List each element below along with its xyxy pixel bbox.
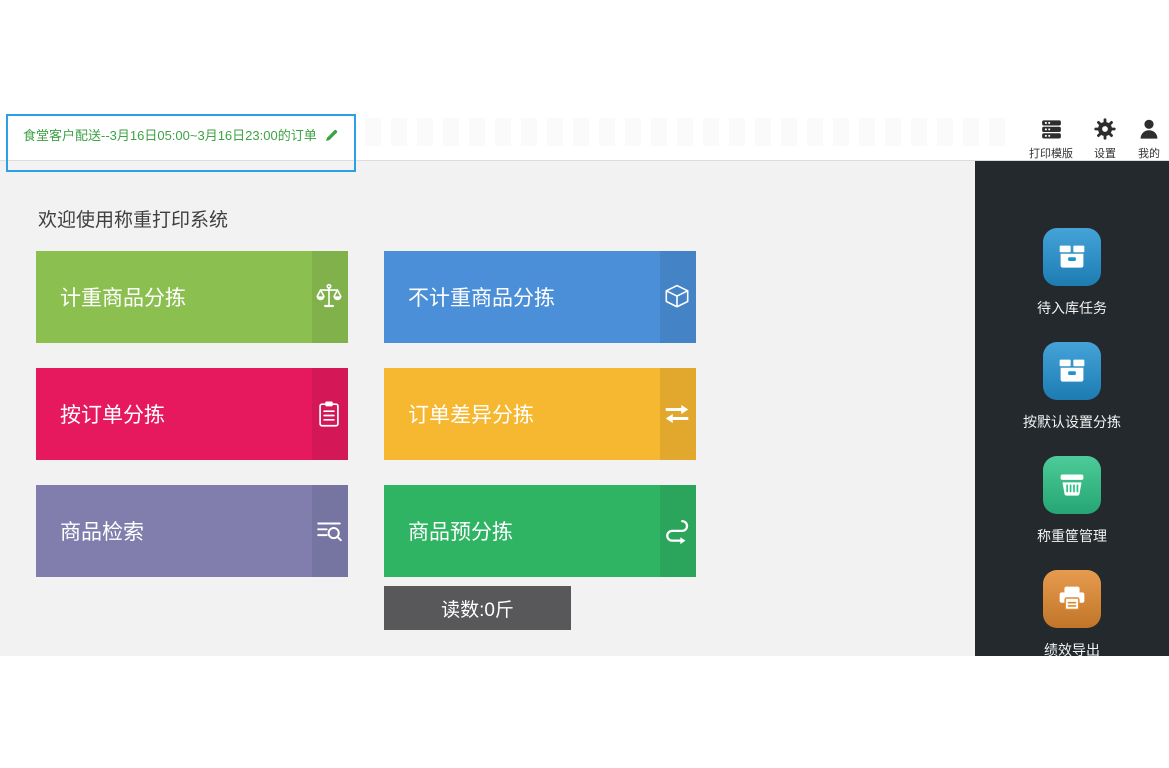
cube-icon (660, 251, 696, 343)
sidebar-item-inbound-tasks[interactable]: 待入库任务 (1037, 228, 1107, 318)
tile-unweighed-goods-sorting[interactable]: 不计重商品分拣 (384, 251, 696, 343)
tile-order-difference-sorting[interactable]: 订单差异分拣 (384, 368, 696, 460)
tile-goods-pre-sorting[interactable]: 商品预分拣 (384, 485, 696, 577)
settings-button[interactable]: 设置 (1093, 116, 1117, 161)
print-template-button[interactable]: 打印模版 (1029, 116, 1073, 161)
tile-weighed-goods-sorting[interactable]: 计重商品分拣 (36, 251, 348, 343)
tile-grid: 计重商品分拣 (36, 251, 696, 577)
clipboard-icon (312, 368, 348, 460)
swap-arrows-icon (660, 368, 696, 460)
default-sort-box-icon (1043, 342, 1101, 400)
tile-label: 商品预分拣 (408, 516, 513, 546)
settings-gear-icon (1093, 116, 1117, 142)
main-content: 欢迎使用称重打印系统 计重商品分拣 (0, 161, 975, 656)
order-banner-text: 食堂客户配送--3月16日05:00~3月16日23:00的订单 (23, 127, 317, 144)
tile-label: 按订单分拣 (60, 399, 165, 429)
sidebar: 待入库任务 按默认设置分拣 (975, 161, 1169, 656)
scale-icon (312, 251, 348, 343)
header-actions: 打印模版 设置 (1029, 116, 1161, 161)
sidebar-item-label: 称重筐管理 (1037, 526, 1107, 546)
print-template-icon (1039, 116, 1064, 142)
sidebar-item-label: 按默认设置分拣 (1023, 412, 1121, 432)
weighing-print-system-page: 食堂客户配送--3月16日05:00~3月16日23:00的订单 (0, 0, 1169, 768)
sidebar-item-label: 绩效导出 (1044, 640, 1100, 656)
edit-pencil-icon[interactable] (324, 128, 339, 143)
page-title: 欢迎使用称重打印系统 (38, 205, 228, 232)
search-list-icon (312, 485, 348, 577)
printer-export-icon (1043, 570, 1101, 628)
order-banner[interactable]: 食堂客户配送--3月16日05:00~3月16日23:00的订单 (6, 114, 356, 172)
sidebar-item-basket-management[interactable]: 称重筐管理 (1037, 456, 1107, 546)
background-watermark (365, 118, 1015, 146)
scale-reading-value: 读数:0斤 (441, 595, 514, 622)
tile-label: 订单差异分拣 (408, 399, 534, 429)
print-template-label: 打印模版 (1029, 145, 1073, 161)
tile-sort-by-order[interactable]: 按订单分拣 (36, 368, 348, 460)
tile-label: 不计重商品分拣 (408, 282, 555, 312)
my-account-button[interactable]: 我的 (1137, 116, 1161, 161)
scale-reading-display: 读数:0斤 (384, 586, 571, 630)
header: 食堂客户配送--3月16日05:00~3月16日23:00的订单 (0, 0, 1169, 160)
inbound-box-icon (1043, 228, 1101, 286)
tile-label: 计重商品分拣 (60, 282, 186, 312)
sidebar-item-performance-export[interactable]: 绩效导出 (1043, 570, 1101, 656)
s-arrow-icon (660, 485, 696, 577)
sidebar-item-default-sort[interactable]: 按默认设置分拣 (1023, 342, 1121, 432)
user-icon (1137, 116, 1161, 142)
my-account-label: 我的 (1138, 145, 1160, 161)
basket-icon (1043, 456, 1101, 514)
tile-label: 商品检索 (60, 516, 144, 546)
sidebar-item-label: 待入库任务 (1037, 298, 1107, 318)
tile-goods-search[interactable]: 商品检索 (36, 485, 348, 577)
settings-label: 设置 (1094, 145, 1116, 161)
